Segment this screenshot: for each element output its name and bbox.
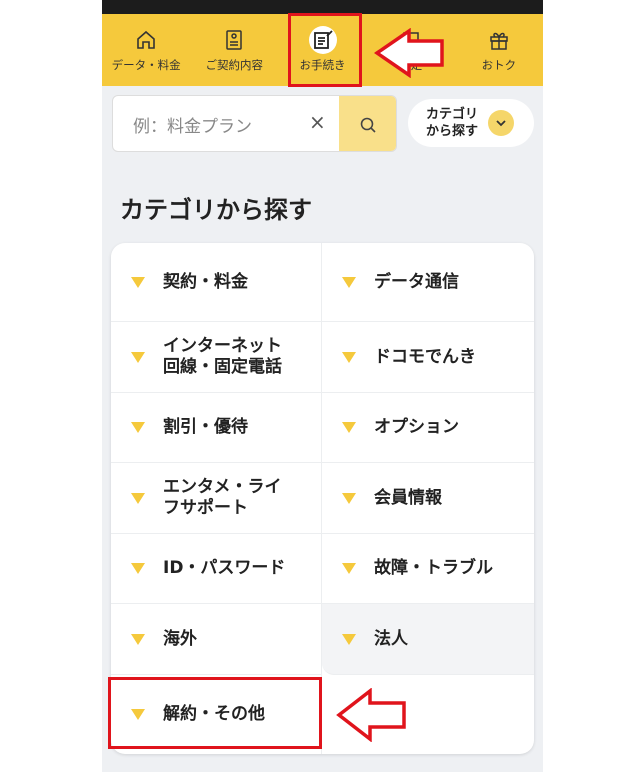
- gift-icon: [485, 26, 513, 54]
- category-label-line: エンタメ・ライ: [163, 477, 282, 497]
- triangle-down-icon: [131, 276, 145, 288]
- category-item[interactable]: 故障・トラブル: [322, 534, 534, 604]
- clear-icon[interactable]: ×: [309, 110, 326, 134]
- search-icon: [360, 117, 376, 133]
- contract-icon: [220, 26, 248, 54]
- category-search-button[interactable]: カテゴリ から探す: [408, 99, 534, 147]
- search-box: 例：料金プラン ×: [112, 95, 397, 152]
- category-label-line: 法人: [374, 628, 408, 649]
- triangle-down-icon: [342, 563, 356, 574]
- category-item[interactable]: データ通信: [322, 243, 534, 322]
- category-label-line: 海外: [163, 628, 197, 649]
- triangle-down-icon: [342, 422, 356, 433]
- category-button-label: から探す: [426, 124, 479, 139]
- nav-data-fee[interactable]: データ・料金: [102, 14, 190, 86]
- triangle-down-icon: [342, 492, 356, 504]
- category-label-line: 回線・固定電話: [163, 357, 282, 377]
- category-item[interactable]: 海外: [111, 604, 322, 675]
- triangle-down-icon: [131, 633, 145, 645]
- category-label-line: インターネット: [163, 336, 282, 356]
- category-label-line: オプション: [374, 417, 459, 437]
- category-button-label: カテゴリ: [426, 107, 479, 122]
- triangle-down-icon: [342, 351, 356, 363]
- category-label: オプション: [374, 417, 459, 438]
- nav-contract[interactable]: ご契約内容: [190, 14, 278, 86]
- annotation-arrow-left-icon: [336, 688, 406, 742]
- status-bar: [102, 0, 543, 14]
- category-item[interactable]: ドコモでんき: [322, 322, 534, 393]
- category-label-line: ドコモでんき: [374, 346, 476, 367]
- category-label: 割引・優待: [163, 417, 248, 438]
- category-label-line: 会員情報: [374, 487, 442, 508]
- nav-label: おトク: [481, 58, 517, 72]
- category-label: データ通信: [374, 272, 459, 293]
- category-label: インターネット 回線・固定電話: [163, 336, 282, 378]
- category-label: 契約・料金: [163, 272, 248, 293]
- category-label-line: データ通信: [374, 271, 459, 292]
- category-label: エンタメ・ライ フサポート: [163, 477, 282, 519]
- category-item[interactable]: ID・パスワード: [111, 534, 322, 604]
- category-label-line: ID・パスワード: [163, 558, 286, 578]
- category-item[interactable]: 割引・優待: [111, 393, 322, 463]
- triangle-down-icon: [342, 276, 356, 288]
- triangle-down-icon: [131, 422, 145, 433]
- category-label-line: 故障・トラブル: [374, 558, 493, 578]
- annotation-highlight-cancel-other: [108, 677, 322, 749]
- nav-label: ご契約内容: [205, 58, 264, 72]
- chevron-down-icon: [488, 110, 515, 136]
- category-item[interactable]: インターネット 回線・固定電話: [111, 322, 322, 393]
- category-label: 故障・トラブル: [374, 558, 493, 579]
- category-label: ID・パスワード: [163, 558, 285, 579]
- category-label-line: フサポート: [163, 498, 248, 518]
- triangle-down-icon: [131, 563, 145, 574]
- triangle-down-icon: [131, 351, 145, 363]
- nav-deals[interactable]: おトク: [455, 14, 543, 86]
- category-label-line: 契約・料金: [163, 271, 248, 292]
- category-label: 法人: [374, 629, 408, 650]
- search-input[interactable]: 例：料金プラン: [133, 112, 252, 137]
- category-item[interactable]: エンタメ・ライ フサポート: [111, 463, 322, 534]
- category-item[interactable]: 会員情報: [322, 463, 534, 534]
- triangle-down-icon: [342, 633, 356, 645]
- annotation-highlight-procedure-tab: [288, 13, 362, 87]
- page-title: カテゴリから探す: [120, 196, 312, 224]
- home-icon: [132, 26, 160, 54]
- category-label: 海外: [163, 629, 197, 650]
- category-label: ドコモでんき: [374, 347, 476, 368]
- nav-label: データ・料金: [111, 58, 181, 72]
- search-button[interactable]: [339, 96, 396, 151]
- category-label: 会員情報: [374, 488, 442, 509]
- category-label-line: 割引・優待: [163, 417, 248, 437]
- annotation-arrow-left-icon: [374, 28, 444, 78]
- app-screen: データ・料金 ご契約内容 お手続き 設定 おトク 例：料金プラン × カテゴリか…: [102, 0, 543, 772]
- category-item[interactable]: オプション: [322, 393, 534, 463]
- category-item[interactable]: 契約・料金: [111, 243, 322, 322]
- triangle-down-icon: [131, 492, 145, 504]
- category-item[interactable]: 法人: [322, 604, 534, 675]
